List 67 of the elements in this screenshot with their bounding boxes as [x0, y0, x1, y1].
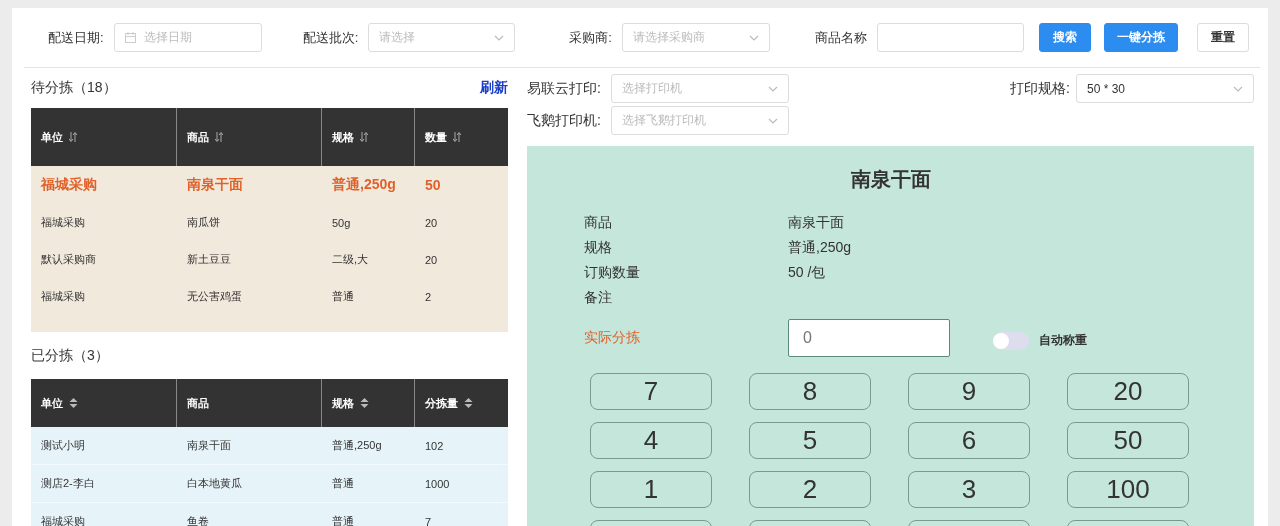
select-field[interactable]: 50 * 30	[1076, 74, 1254, 103]
table-cell-text: 102	[424, 439, 445, 452]
table-row[interactable]: 默认采购商 新土豆豆 二级,大 20	[31, 241, 508, 278]
field-value: 南泉干面	[788, 213, 845, 232]
chevron-down-icon	[768, 117, 778, 124]
table-cell-text: 南泉干面	[186, 438, 232, 453]
keypad-button[interactable]: 20	[1067, 373, 1189, 410]
sort-icon	[215, 132, 223, 142]
field-value: 普通,250g	[788, 238, 853, 257]
filter-label: 配送日期:	[48, 28, 104, 47]
input-field[interactable]	[876, 23, 1024, 52]
chevron-down-icon	[768, 85, 778, 92]
refresh-link[interactable]: 刷新	[480, 79, 508, 97]
toggle-switch[interactable]	[993, 331, 1029, 350]
keypad-button[interactable]: 100	[1067, 471, 1189, 508]
keypad-button[interactable]: 4	[590, 422, 712, 459]
keypad-button[interactable]: 1	[590, 471, 712, 508]
reset-button[interactable]: 重置	[1196, 23, 1249, 52]
section-title: 待分拣（18）	[31, 79, 117, 97]
keypad-button[interactable]: 2	[749, 471, 871, 508]
field-label: 订购数量	[584, 263, 641, 282]
keypad-button[interactable]: 50	[1067, 422, 1189, 459]
column-header[interactable]: 数量	[415, 108, 508, 166]
sort-icon	[69, 397, 78, 409]
section-title: 已分拣（3）	[31, 346, 109, 365]
chevron-down-icon	[1233, 85, 1243, 92]
printer-label: 飞鹅打印机:	[527, 111, 602, 130]
field-label: 规格	[584, 238, 613, 257]
keypad-button[interactable]: 9	[908, 373, 1030, 410]
filter-label: 商品名称	[814, 28, 867, 47]
product-title: 南泉干面	[849, 167, 932, 192]
sort-icon	[464, 397, 473, 409]
print-spec-label: 打印规格:	[1010, 79, 1070, 98]
table-cell-text: 白本地黄瓜	[186, 476, 243, 491]
table-cell-text: 7	[424, 515, 433, 526]
sort-icon	[360, 132, 368, 142]
sort-icon	[453, 132, 461, 142]
table-cell-text: 普通,250g	[331, 438, 383, 453]
printer-label: 易联云打印:	[527, 79, 602, 98]
table-cell-text: 测试小明	[40, 438, 86, 453]
filter-label: 配送批次:	[302, 28, 359, 47]
sort-icon	[69, 132, 77, 142]
calendar-icon	[124, 32, 136, 43]
table-cell-text: 鱼卷	[186, 514, 210, 526]
filter-label: 采购商:	[569, 28, 612, 47]
field-label: 商品	[584, 213, 613, 232]
keypad-button[interactable]: 3	[908, 471, 1030, 508]
sort-icon	[360, 397, 369, 409]
keypad-button[interactable]: 5	[749, 422, 871, 459]
table-cell-text: 1000	[424, 477, 451, 490]
table-row[interactable]: 福城采购 无公害鸡蛋 普通 2	[31, 278, 508, 315]
keypad-button[interactable]: 7	[590, 373, 712, 410]
table-cell-text: 普通	[331, 476, 355, 491]
field-label: 备注	[584, 288, 613, 307]
chevron-down-icon	[494, 34, 505, 41]
chevron-down-icon	[748, 34, 759, 41]
keypad-button[interactable]: 8	[749, 373, 871, 410]
keypad-button[interactable]: 6	[908, 422, 1030, 459]
table-cell-text: 福城采购	[40, 514, 86, 526]
column-header[interactable]: 分拣量	[415, 379, 508, 427]
table-cell-text: 普通	[331, 514, 355, 526]
toggle-label: 自动称重	[1039, 332, 1087, 349]
table-cell-text: 测店2-李白	[40, 476, 96, 491]
quantity-field[interactable]: 0	[788, 319, 950, 357]
table-row[interactable]: 福城采购 南瓜饼 50g 20	[31, 204, 508, 241]
field-label: 实际分拣	[584, 329, 641, 347]
field-value: 50 /包	[788, 263, 827, 282]
